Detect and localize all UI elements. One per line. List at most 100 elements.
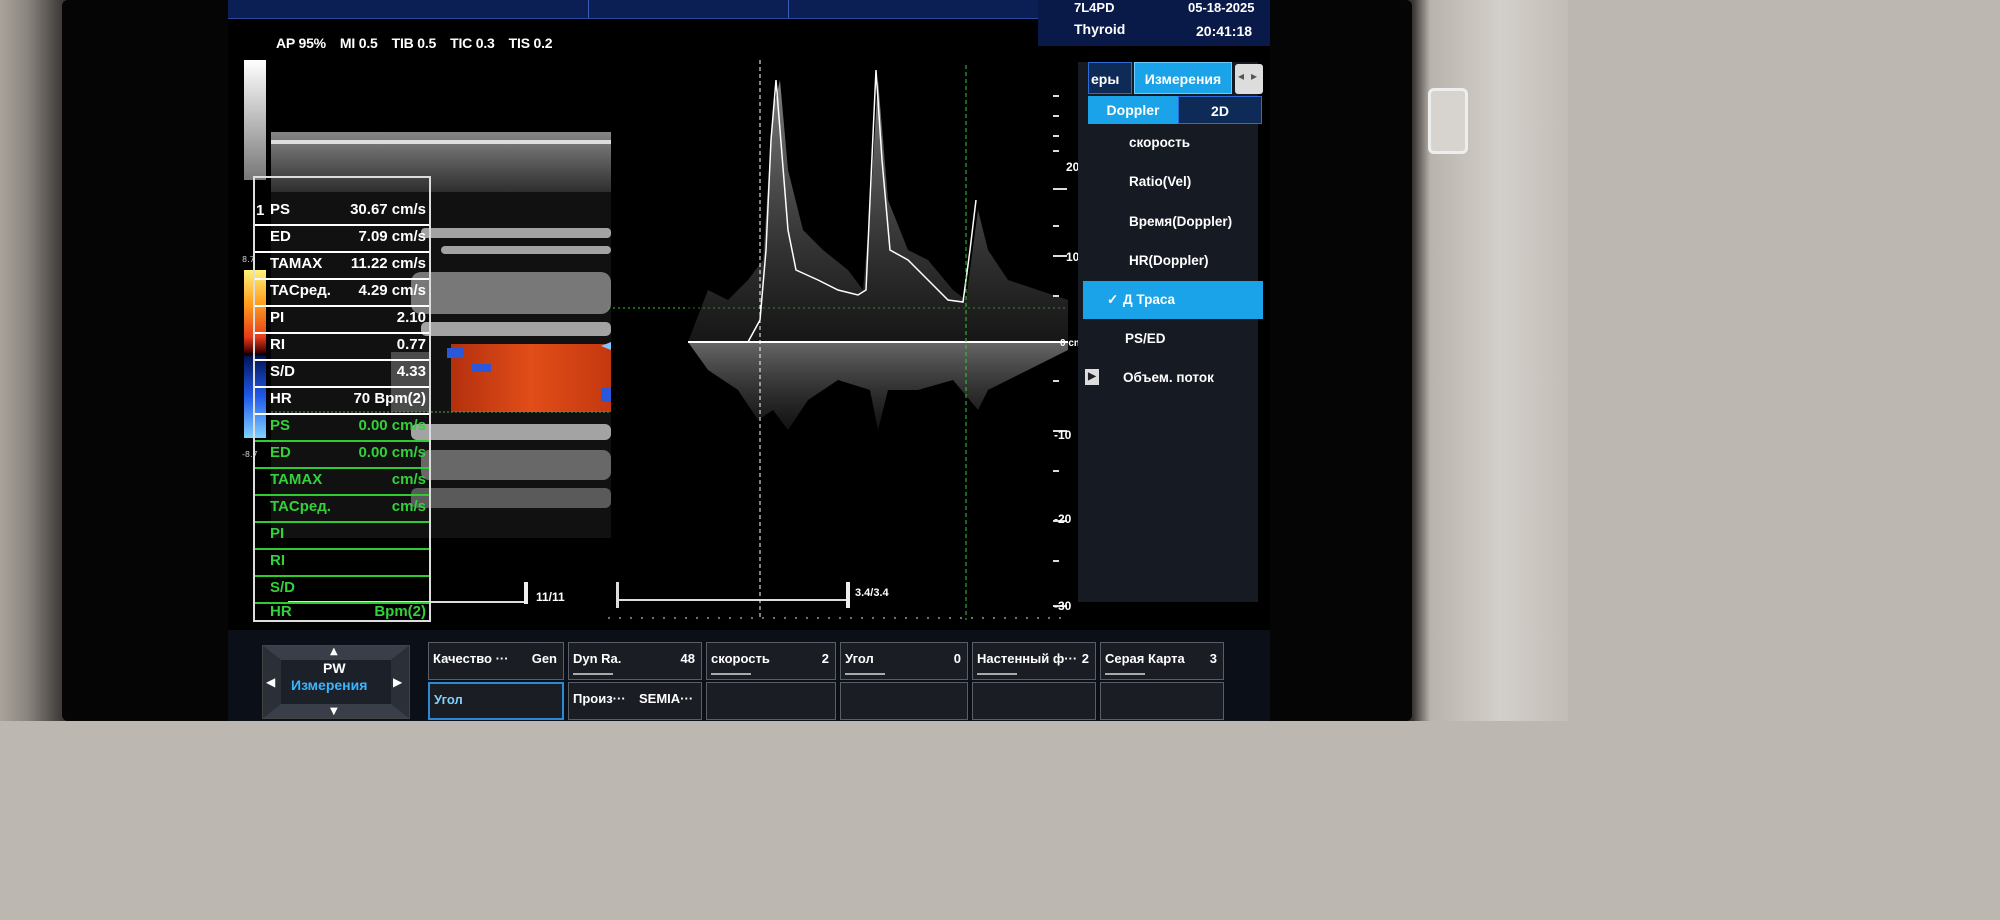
control-speed[interactable]: скорость 2 [706, 642, 836, 680]
menu-item-label: Д Траса [1123, 292, 1176, 307]
control-name: Угол [434, 692, 463, 707]
monitor-bezel-right [1400, 0, 1568, 721]
control-empty-1[interactable] [706, 682, 836, 720]
control-value: SEMIA··· [639, 691, 694, 706]
control-wall-filter[interactable]: Настенный ф··· 2 [972, 642, 1096, 680]
arrow-left-icon[interactable]: ◀ [266, 675, 275, 689]
menu-item-label: HR(Doppler) [1129, 253, 1209, 268]
tab-measurements[interactable]: Измерения [1134, 62, 1232, 94]
meas-row-tamax: TAMAX 11.22 cm/s [255, 252, 429, 280]
acoustic-output-indices: AP 95% MI 0.5 TIB 0.5 TIC 0.3 TIS 0.2 [276, 35, 566, 51]
scale-tick-neg30: -30 [1054, 599, 1072, 613]
control-name: Произ··· [573, 691, 626, 706]
menu-item-ps-ed[interactable]: PS/ED [1083, 320, 1263, 358]
subtab-2d[interactable]: 2D [1178, 96, 1262, 124]
meas-value: 0.00 cm/s [358, 417, 426, 434]
monitor-bezel-left [0, 0, 70, 721]
menu-item-label: Время(Doppler) [1129, 214, 1233, 229]
meas-value: 7.09 cm/s [358, 228, 426, 245]
meas-label: S/D [270, 363, 296, 380]
control-empty-2[interactable] [840, 682, 968, 720]
time-label: 20:41:18 [1196, 23, 1253, 39]
meas-label: TAMAX [270, 471, 323, 488]
menu-item-label: скорость [1129, 135, 1191, 150]
mode-label: PW [323, 660, 346, 676]
grayscale-map-bar [244, 60, 266, 180]
control-value: 2 [1081, 651, 1089, 666]
control-empty-3[interactable] [972, 682, 1096, 720]
control-value: 3 [1209, 651, 1217, 666]
control-dyn-range[interactable]: Dyn Ra. 48 [568, 642, 702, 680]
scale-tick-neg20: -20 [1054, 512, 1072, 526]
control-name: Угол [845, 651, 874, 666]
meas-value: 70 Bpm(2) [353, 390, 426, 407]
menu-item-label: PS/ED [1125, 331, 1166, 346]
tib-index: TIB 0.5 [391, 35, 437, 51]
meas-row-tamean: TACред. 4.29 cm/s [255, 279, 429, 307]
arrow-right-icon[interactable]: ▶ [393, 675, 402, 689]
meas-label: TACред. [270, 282, 331, 299]
meas-row-ed: ED 7.09 cm/s [255, 225, 429, 253]
tab-previous[interactable]: еры [1088, 62, 1132, 94]
meas-value: cm/s [391, 498, 426, 515]
meas-label: RI [270, 336, 285, 353]
control-name: Качество ··· [433, 651, 509, 666]
meas-row-ps: PS 30.67 cm/s [255, 198, 429, 226]
date-label: 05-18-2025 [1188, 0, 1255, 15]
control-quality[interactable]: Качество ··· Gen [428, 642, 564, 680]
meas-row-ri: RI 0.77 [255, 333, 429, 361]
ultrasound-screen: 7L4PD Thyroid 05-18-2025 20:41:18 AP 95%… [228, 0, 1270, 721]
menu-item-velocity[interactable]: скорость [1083, 124, 1263, 162]
meas-label: TAMAX [270, 255, 323, 272]
menu-item-ratio[interactable]: Ratio(Vel) [1083, 163, 1263, 201]
header-info: 7L4PD Thyroid 05-18-2025 20:41:18 [1038, 0, 1270, 46]
control-angle[interactable]: Угол 0 [840, 642, 968, 680]
menu-item-hr[interactable]: HR(Doppler) [1083, 242, 1263, 280]
control-producer[interactable]: Произ··· SEMIA··· [568, 682, 702, 720]
menu-item-d-trace[interactable]: ✓ Д Траса [1083, 281, 1263, 319]
meas-label: ED [270, 444, 291, 461]
ap-index: AP 95% [276, 35, 326, 51]
control-empty-4[interactable] [1100, 682, 1224, 720]
mode-selector[interactable]: ▲ ▼ ◀ ▶ PW Измерения [262, 645, 410, 719]
meas-value: 11.22 cm/s [350, 255, 426, 272]
arrow-up-icon[interactable]: ▲ [330, 646, 338, 657]
expand-icon: ▶ [1085, 369, 1099, 385]
meas2-row-ed: ED 0.00 cm/s [255, 441, 429, 469]
meas-label: PI [270, 525, 285, 542]
control-level-bar [977, 673, 1017, 675]
subtab-doppler[interactable]: Doppler [1088, 96, 1178, 124]
meas-label: PS [270, 201, 291, 218]
meas2-row-ps: PS 0.00 cm/s [255, 414, 429, 442]
meas-label: PI [270, 309, 285, 326]
control-name: Серая Карта [1105, 651, 1185, 666]
meas2-row-hr: HR Bpm(2) [255, 600, 429, 626]
meas-value: 30.67 cm/s [350, 201, 426, 218]
meas-row-hr: HR 70 Bpm(2) [255, 387, 429, 415]
control-name: Dyn Ra. [573, 651, 622, 666]
control-name: скорость [711, 651, 770, 666]
tab-scroll-arrows[interactable]: ◂ ▸ [1235, 64, 1263, 94]
control-value: Gen [531, 651, 557, 666]
meas-label: PS [270, 417, 291, 434]
bmode-frame-marker[interactable] [524, 582, 528, 604]
meas2-row-ri: RI [255, 549, 429, 577]
meas-value: 0.00 cm/s [358, 444, 426, 461]
chevron-left-icon[interactable]: ◂ [1238, 69, 1244, 83]
menu-item-time[interactable]: Время(Doppler) [1083, 203, 1263, 241]
chevron-right-icon[interactable]: ▸ [1251, 69, 1257, 83]
meas-label: TACред. [270, 498, 331, 515]
control-gray-map[interactable]: Серая Карта 3 [1100, 642, 1224, 680]
meas-label: ED [270, 228, 291, 245]
menu-item-label: Ratio(Vel) [1129, 174, 1192, 189]
menu-item-label: Объем. поток [1123, 370, 1214, 385]
menu-item-volume-flow[interactable]: ▶ Объем. поток [1083, 359, 1263, 397]
control-angle-2[interactable]: Угол [428, 682, 564, 720]
bmode-frame-count: 11/11 [536, 590, 565, 604]
control-value: 48 [680, 651, 695, 666]
meas-value: cm/s [391, 471, 426, 488]
arrow-down-icon[interactable]: ▼ [330, 706, 338, 717]
mode-sub-label: Измерения [291, 677, 368, 693]
meas-value: 4.29 cm/s [358, 282, 426, 299]
tic-index: TIC 0.3 [450, 35, 495, 51]
